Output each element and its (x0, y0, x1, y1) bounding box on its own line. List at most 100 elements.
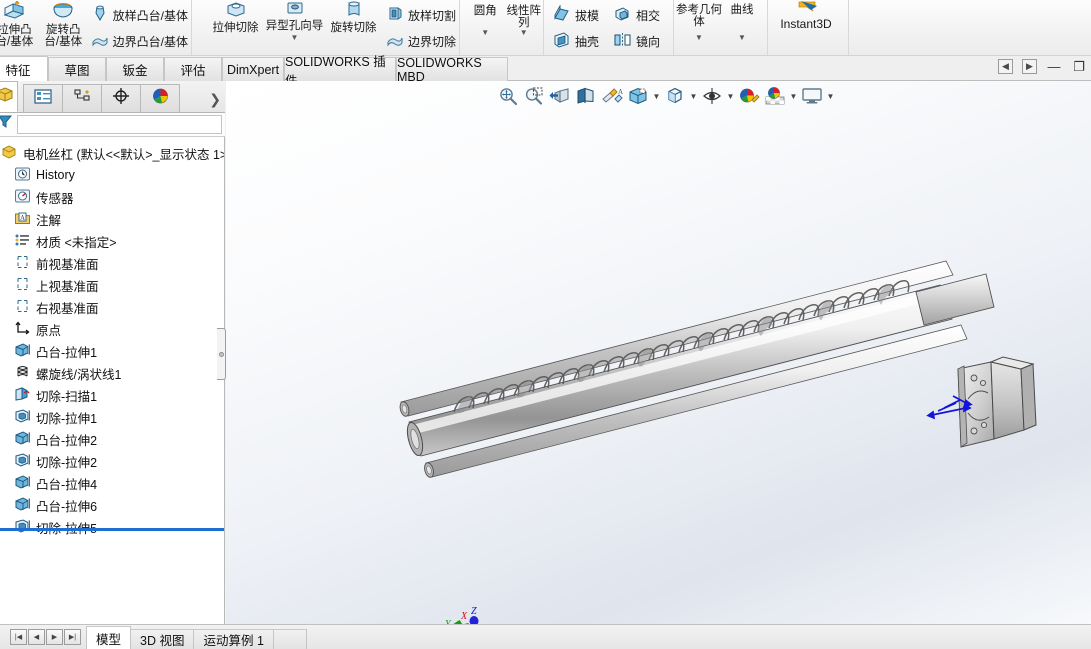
chevron-down-icon[interactable]: ▼ (466, 29, 505, 37)
bottom-tab-model[interactable]: 模型 (86, 625, 132, 649)
part-icon (2, 144, 18, 163)
ribbon-label: 异型孔向导 (265, 20, 324, 32)
bottom-tab-label: 运动算例 1 (203, 634, 264, 648)
tab-solidworks-addins[interactable]: SOLIDWORKS 插件 (284, 55, 396, 88)
tab-sheet-metal[interactable]: 钣金 (106, 57, 164, 81)
ribbon-button-draft[interactable]: 拔模 (549, 2, 602, 28)
chevron-down-icon[interactable]: ▼ (265, 34, 324, 42)
last-tab-button[interactable]: ▶| (64, 629, 81, 645)
ribbon-button-reference-geometry[interactable]: 参考几何体 ▼ (676, 0, 722, 42)
tree-item-label: 切除-拉伸5 (36, 518, 97, 537)
ribbon-label: 相交 (636, 8, 661, 23)
ribbon-label: 镜向 (636, 34, 661, 49)
tree-item-top-plane[interactable]: 上视基准面 (0, 274, 224, 296)
feature-manager-tab[interactable] (0, 81, 18, 112)
tree-item-annotations[interactable]: A 注解 (0, 208, 224, 230)
panel-more-tabs-button[interactable]: ❯ (209, 91, 221, 108)
configuration-manager-tab[interactable] (62, 84, 102, 112)
chevron-down-icon[interactable]: ▼ (676, 34, 722, 42)
intersect-icon (613, 5, 632, 26)
tab-sketch[interactable]: 草图 (48, 57, 106, 81)
tree-item-sensors[interactable]: 传感器 (0, 186, 224, 208)
next-tab-button[interactable]: ▶ (46, 629, 63, 645)
tab-evaluate[interactable]: 评估 (164, 57, 222, 81)
bottom-tab-3d-views[interactable]: 3D 视图 (130, 628, 195, 649)
tab-label: 钣金 (122, 64, 148, 78)
tree-item-boss-extrude1[interactable]: 凸台-拉伸1 (0, 340, 224, 362)
ribbon-button-mirror[interactable]: 镜向 (610, 28, 663, 54)
tree-item-cut-extrude5[interactable]: 切除-拉伸5 (0, 516, 224, 538)
tree-item-history[interactable]: History (0, 164, 224, 186)
minimize-icon: — (1047, 59, 1061, 74)
ribbon-button-revolve-boss[interactable]: 旋转凸台/基体 (39, 0, 88, 48)
sensors-icon (14, 188, 31, 207)
search-input[interactable] (17, 115, 222, 134)
tab-label: 草图 (64, 64, 90, 78)
ribbon-label: 放样凸台/基体 (112, 8, 188, 23)
scroll-right-button[interactable]: ▶ (1022, 59, 1037, 74)
scroll-left-button[interactable]: ◀ (998, 59, 1013, 74)
tree-item-label: 注解 (36, 213, 62, 228)
tree-item-helix[interactable]: 螺旋线/涡状线1 (0, 362, 224, 384)
ribbon-button-boundary-boss[interactable]: 边界凸台/基体 (88, 28, 191, 54)
graphics-area[interactable]: A ▼ ▼ ▼ ▼ ▼ X Z (226, 81, 1091, 624)
tree-item-cut-extrude2[interactable]: 切除-拉伸2 (0, 450, 224, 472)
shell-icon (552, 31, 571, 52)
tree-item-cut-extrude1[interactable]: 切除-拉伸1 (0, 406, 224, 428)
tree-item-boss-extrude2[interactable]: 凸台-拉伸2 (0, 428, 224, 450)
bottom-tab-motion-study[interactable]: 运动算例 1 (193, 628, 274, 649)
panel-tab-strip: ❯ (0, 81, 225, 113)
plane-icon (14, 276, 31, 295)
tree-item-front-plane[interactable]: 前视基准面 (0, 252, 224, 274)
solidworks-window: 拉伸凸台/基体 旋转凸台/基体 放样凸台/基体 (0, 0, 1091, 649)
tree-item-cut-sweep1[interactable]: 切除-扫描1 (0, 384, 224, 406)
tab-solidworks-mbd[interactable]: SOLIDWORKS MBD (396, 56, 508, 84)
ribbon-button-curves[interactable]: 曲线 ▼ (722, 0, 762, 42)
chevron-down-icon[interactable]: ▼ (722, 34, 762, 42)
ribbon-button-loft-boss[interactable]: 放样凸台/基体 (88, 2, 191, 28)
tree-item-boss-extrude6[interactable]: 凸台-拉伸6 (0, 494, 224, 516)
ribbon-group-cut: 拉伸切除 异型孔向导 ▼ 旋转切除 放样切割 边界切除 (200, 0, 460, 55)
command-manager-tabs: 特征 草图 钣金 评估 DimXpert SOLIDWORKS 插件 SOLID… (0, 55, 1091, 88)
display-manager-tab[interactable] (140, 84, 180, 112)
ribbon-button-fillet[interactable]: 圆角 ▼ (466, 0, 505, 37)
next-icon: ▶ (51, 634, 58, 641)
boss-extrude-icon (14, 496, 31, 515)
rollback-bar[interactable] (0, 528, 224, 531)
tree-item-material[interactable]: 材质 <未指定> (0, 230, 224, 252)
property-manager-tab[interactable] (23, 84, 63, 112)
tree-item-document-root[interactable]: 电机丝杠 (默认<<默认>_显示状态 1>) (0, 142, 224, 164)
bottom-tab-label: 模型 (96, 632, 122, 647)
ribbon-group-reference-curve: 参考几何体 ▼ 曲线 ▼ (676, 0, 768, 55)
ribbon-button-revolve-cut[interactable]: 旋转切除 (324, 0, 383, 34)
ribbon-button-loft-cut[interactable]: 放样切割 (383, 2, 459, 28)
tab-features[interactable]: 特征 (0, 56, 48, 82)
dimxpert-manager-tab[interactable] (101, 84, 141, 112)
ribbon-button-hole-wizard[interactable]: 异型孔向导 ▼ (265, 0, 324, 42)
tree-item-right-plane[interactable]: 右视基准面 (0, 296, 224, 318)
ribbon-button-extrude-boss[interactable]: 拉伸凸台/基体 (0, 0, 39, 48)
tree-item-label: 凸台-拉伸4 (36, 477, 98, 492)
feature-tree: 电机丝杠 (默认<<默认>_显示状态 1>) History 传感器 A 注解 (0, 137, 224, 622)
ribbon-button-intersect[interactable]: 相交 (610, 2, 663, 28)
model-3d-view[interactable]: Y X Z (226, 81, 1091, 624)
chevron-down-icon[interactable]: ▼ (505, 29, 544, 37)
status-bar: |◀ ◀ ▶ ▶| 模型 3D 视图 运动算例 1 (0, 624, 1091, 649)
tab-label: 特征 (5, 63, 31, 78)
prev-tab-button[interactable]: ◀ (28, 629, 45, 645)
ribbon-button-extrude-cut[interactable]: 拉伸切除 (206, 0, 265, 34)
panel-splitter-handle[interactable] (217, 328, 226, 380)
tab-dimxpert[interactable]: DimXpert (222, 57, 284, 81)
cut-extrude-icon (14, 518, 31, 537)
minimize-button[interactable]: — (1046, 59, 1062, 74)
ribbon-group-fillet-pattern: 圆角 ▼ 线性阵列 ▼ (466, 0, 544, 55)
tree-item-boss-extrude4[interactable]: 凸台-拉伸4 (0, 472, 224, 494)
tree-item-label: 传感器 (36, 191, 74, 206)
feature-filter-row (0, 113, 225, 137)
tree-item-origin[interactable]: 原点 (0, 318, 224, 340)
ribbon-button-linear-pattern[interactable]: 线性阵列 ▼ (505, 0, 544, 37)
restore-button[interactable]: ❐ (1071, 59, 1087, 74)
first-tab-button[interactable]: |◀ (10, 629, 27, 645)
ribbon-button-shell[interactable]: 抽壳 (549, 28, 602, 54)
ribbon-button-instant3d[interactable]: Instant3D (770, 0, 842, 30)
